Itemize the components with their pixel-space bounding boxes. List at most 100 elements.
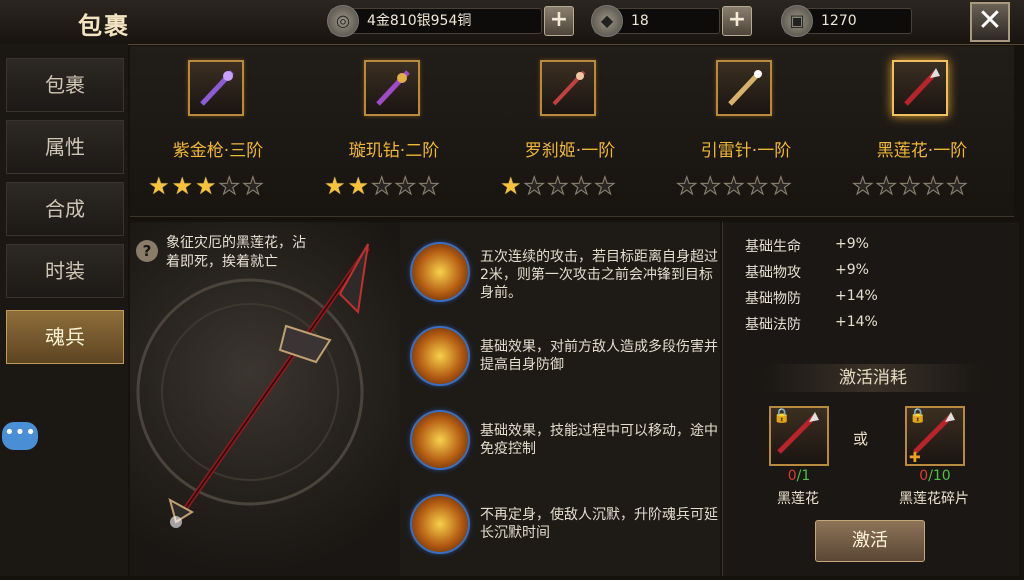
star-filled-icon: ★	[324, 172, 346, 200]
add-currency-button[interactable]: +	[544, 6, 574, 36]
chat-button[interactable]: •••	[2, 422, 38, 450]
skill-description: 基础效果，技能过程中可以移动，途中免疫控制	[480, 423, 718, 457]
stats-panel: 基础生命 +9% 基础物攻 +9% 基础物防 +14% 基础法防 +14% 激活消耗 🔒…	[722, 222, 1019, 576]
star-empty-icon: ★	[594, 172, 616, 200]
star-empty-icon: ★	[770, 172, 792, 200]
weapon-list: 紫金枪·三阶 ★ ★ ★ ★ ★ 璇玑钻·二阶 ★ ★ ★ ★ ★ 罗刹姬·一阶 ★ ★ ★ ★ ★ 引…	[130, 46, 1014, 217]
diamond-display: ◆ 18	[591, 5, 720, 37]
skill-icon[interactable]	[410, 494, 470, 554]
star-empty-icon: ★	[946, 172, 968, 200]
weapon-item[interactable]: 紫金枪·三阶 ★ ★ ★ ★ ★	[130, 46, 306, 216]
star-empty-icon: ★	[570, 172, 593, 200]
stat-label: 基础生命	[745, 239, 801, 255]
fragment-icon: ✚	[909, 450, 921, 466]
weapon-name: 引雷针·一阶	[700, 141, 792, 161]
skill-description: 五次连续的攻击，若目标距离自身超过2米，则第一次攻击之前会冲锋到目标身前。	[480, 249, 718, 301]
star-filled-icon: ★	[347, 172, 370, 200]
or-label: 或	[853, 430, 869, 448]
star-rating: ★ ★ ★ ★ ★	[500, 172, 640, 200]
stat-row: 基础物防 +14%	[745, 288, 878, 308]
ticket-icon: ▣	[781, 5, 813, 37]
star-filled-icon: ★	[500, 172, 522, 200]
star-empty-icon: ★	[547, 172, 569, 200]
currency-display: ◎ 4金810银954铜	[327, 5, 542, 37]
ticket-display: ▣ 1270	[781, 5, 912, 37]
ticket-value: 1270	[821, 13, 857, 29]
diamond-icon: ◆	[591, 5, 623, 37]
weapon-item-selected[interactable]: 黑莲花·一阶 ★ ★ ★ ★ ★	[834, 46, 1010, 216]
star-empty-icon: ★	[875, 172, 898, 200]
sidebar-item-attributes[interactable]: 属性	[6, 120, 124, 174]
skill-icon[interactable]	[410, 242, 470, 302]
skill-row: 五次连续的攻击，若目标距离自身超过2米，则第一次攻击之前会冲锋到目标身前。	[408, 230, 718, 310]
weapon-icon[interactable]	[188, 60, 244, 116]
close-button[interactable]: ✕	[970, 2, 1010, 42]
star-filled-icon: ★	[148, 172, 170, 200]
weapon-name: 黑莲花·一阶	[876, 141, 968, 161]
star-empty-icon: ★	[746, 172, 769, 200]
skill-row: 基础效果，技能过程中可以移动，途中免疫控制	[408, 398, 718, 478]
help-icon[interactable]: ?	[136, 240, 158, 262]
star-empty-icon: ★	[852, 172, 874, 200]
weapon-name: 璇玑钻·二阶	[348, 141, 440, 161]
skill-list: 五次连续的攻击，若目标距离自身超过2米，则第一次攻击之前会冲锋到目标身前。 基础…	[400, 222, 720, 576]
skill-row: 基础效果，对前方敌人造成多段伤害并提高自身防御	[408, 314, 718, 394]
weapon-icon[interactable]	[364, 60, 420, 116]
weapon-icon[interactable]	[892, 60, 948, 116]
star-empty-icon: ★	[371, 172, 393, 200]
top-bar: 包裹 ◎ 4金810银954铜 + ◆ 18 + ▣ 1270 ✕	[0, 0, 1024, 45]
cost-item[interactable]: 🔒	[769, 406, 829, 466]
star-rating: ★ ★ ★ ★ ★	[148, 172, 288, 200]
stat-row: 基础生命 +9%	[745, 236, 869, 256]
activation-cost-title: 激活消耗	[763, 364, 983, 392]
star-empty-icon: ★	[418, 172, 440, 200]
weapon-name: 紫金枪·三阶	[172, 141, 264, 161]
stat-value: +9%	[835, 262, 869, 278]
weapon-icon[interactable]	[540, 60, 596, 116]
sidebar-item-synthesis[interactable]: 合成	[6, 182, 124, 236]
weapon-preview-panel: ? 象征灾厄的黑莲花，沾着即死，挨着就亡	[130, 222, 400, 576]
lock-icon: 🔒	[773, 408, 791, 424]
cost-item-name: 黑莲花	[777, 491, 819, 507]
close-icon: ✕	[977, 3, 1003, 38]
weapon-item[interactable]: 罗刹姬·一阶 ★ ★ ★ ★ ★	[482, 46, 658, 216]
weapon-name: 罗刹姬·一阶	[524, 141, 616, 161]
stat-row: 基础法防 +14%	[745, 314, 878, 334]
star-filled-icon: ★	[195, 172, 217, 200]
cost-item[interactable]: 🔒 ✚	[905, 406, 965, 466]
skill-icon[interactable]	[410, 410, 470, 470]
sidebar-item-fashion[interactable]: 时装	[6, 244, 124, 298]
currency-value: 4金810银954铜	[367, 13, 472, 29]
skill-description: 基础效果，对前方敌人造成多段伤害并提高自身防御	[480, 339, 718, 373]
weapon-icon[interactable]	[716, 60, 772, 116]
skill-icon[interactable]	[410, 326, 470, 386]
skill-row: 不再定身，使敌人沉默，升阶魂兵可延长沉默时间	[408, 482, 718, 562]
sidebar-item-bag[interactable]: 包裹	[6, 58, 124, 112]
stat-row: 基础物攻 +9%	[745, 262, 869, 282]
weapon-item[interactable]: 引雷针·一阶 ★ ★ ★ ★ ★	[658, 46, 834, 216]
star-empty-icon: ★	[523, 172, 546, 200]
sidebar: 包裹 属性 合成 时装 魂兵	[0, 44, 128, 576]
weapon-item[interactable]: 璇玑钻·二阶 ★ ★ ★ ★ ★	[306, 46, 482, 216]
star-rating: ★ ★ ★ ★ ★	[676, 172, 816, 200]
lock-icon: 🔒	[909, 408, 927, 424]
activate-button[interactable]: 激活	[815, 520, 925, 562]
star-empty-icon: ★	[922, 172, 945, 200]
star-empty-icon: ★	[218, 172, 241, 200]
cost-count: 0/10	[919, 468, 951, 484]
add-diamond-button[interactable]: +	[722, 6, 752, 36]
diamond-value: 18	[631, 13, 649, 29]
stat-value: +14%	[835, 288, 878, 304]
stat-value: +9%	[835, 236, 869, 252]
star-rating: ★ ★ ★ ★ ★	[852, 172, 992, 200]
star-empty-icon: ★	[394, 172, 417, 200]
weapon-art	[136, 243, 371, 528]
cost-count: 0/1	[787, 468, 811, 484]
star-filled-icon: ★	[171, 172, 194, 200]
star-empty-icon: ★	[723, 172, 745, 200]
cost-item-name: 黑莲花碎片	[899, 491, 969, 507]
coin-icon: ◎	[327, 5, 359, 37]
sidebar-item-soul-weapon[interactable]: 魂兵	[6, 310, 124, 364]
stat-label: 基础物防	[745, 291, 801, 307]
weapon-description: 象征灾厄的黑莲花，沾着即死，挨着就亡	[166, 235, 306, 270]
